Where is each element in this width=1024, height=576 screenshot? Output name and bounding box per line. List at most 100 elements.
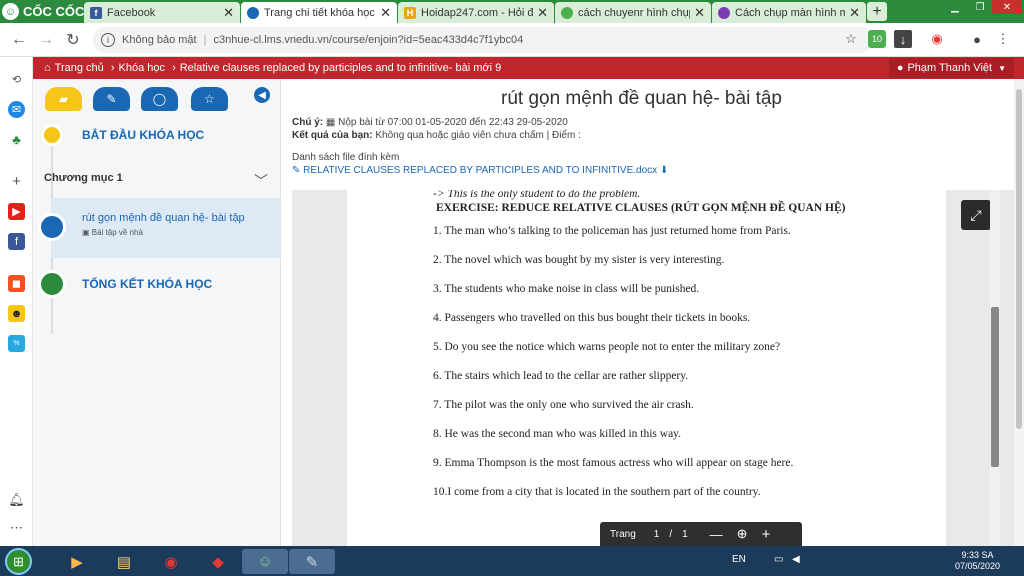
add-icon[interactable]: + <box>8 173 25 190</box>
paperclip-icon: ✎ <box>292 165 304 176</box>
close-tab-icon[interactable]: ✕ <box>380 5 391 21</box>
lesson-dot <box>38 213 66 241</box>
document-page: -> This is the only student to do the pr… <box>347 190 946 546</box>
doc-line: 2. The novel which was bought by my sist… <box>433 254 725 266</box>
end-dot <box>38 270 66 298</box>
back-arrow-icon[interactable]: ← <box>8 29 30 51</box>
favorite-tab-button[interactable]: ☆ <box>191 87 228 111</box>
facebook-icon[interactable]: f <box>8 233 25 250</box>
lesson-title[interactable]: rút gọn mệnh đề quan hệ- bài tập <box>82 212 245 224</box>
forward-arrow-icon[interactable]: → <box>35 29 57 51</box>
address-bar[interactable]: i Không bảo mật | c3nhue-cl.lms.vnedu.vn… <box>93 27 873 53</box>
attachment-tab-button[interactable]: ✎ <box>93 87 130 111</box>
mascot-icon[interactable]: ☻ <box>8 305 25 322</box>
close-window-icon[interactable]: ✕ <box>992 0 1022 14</box>
bookmark-star-icon[interactable]: ☆ <box>842 30 860 48</box>
page-scrollbar[interactable] <box>1014 79 1024 546</box>
clock-time: 9:33 SA <box>961 550 994 560</box>
notification-bell-icon[interactable]: 🔔︎ <box>8 491 25 508</box>
coccoc-logo-icon: ☺ <box>2 3 19 20</box>
tab-search-chuyen-hinh[interactable]: cách chuyenr hình chụp ✕ <box>555 2 711 23</box>
breadcrumb-courses[interactable]: Khóa học <box>119 62 165 74</box>
sale-icon[interactable]: % <box>8 335 25 352</box>
doc-line: 4. Passengers who travelled on this bus … <box>433 312 751 324</box>
lesson-subtitle-text: Bài tập về nhà <box>91 228 143 237</box>
book-tab-button[interactable]: ▰ <box>45 87 82 111</box>
network-icon[interactable]: ▭ <box>774 554 783 565</box>
book-icon: ▰ <box>58 92 69 106</box>
new-tab-button[interactable]: + <box>867 2 887 21</box>
page-current[interactable]: 1 <box>654 529 660 540</box>
zoom-in-icon[interactable]: + <box>762 526 771 543</box>
media-player-icon[interactable]: ▶ <box>54 549 100 574</box>
file-name[interactable]: RELATIVE CLAUSES REPLACED BY PARTICIPLES… <box>303 165 657 176</box>
page-separator: / <box>669 528 673 540</box>
browser-tab-bar: ☺ CỐC CỐC f Facebook ✕ Trang chi tiết kh… <box>0 0 1024 23</box>
maximize-icon[interactable]: ❐ <box>968 0 992 14</box>
messenger-icon[interactable]: ✉ <box>8 101 25 118</box>
breadcrumb-home[interactable]: Trang chủ <box>55 62 104 74</box>
more-icon[interactable]: ⋯ <box>8 519 25 536</box>
chapter-label[interactable]: Chương mục 1 <box>44 172 123 184</box>
reload-icon[interactable]: ↻ <box>62 29 84 51</box>
course-sidebar: ▰ ✎ ◯ ☆ ◀ BẮT ĐẦU KHÓA HỌC Chương mục 1 … <box>33 79 281 546</box>
viewer-scroll-thumb[interactable] <box>991 307 999 467</box>
shopping-icon[interactable]: ◼ <box>8 275 25 292</box>
history-icon[interactable]: ⟲ <box>8 71 25 88</box>
menu-icon[interactable]: ⋮ <box>994 30 1012 48</box>
sidebar-item-start[interactable]: BẮT ĐẦU KHÓA HỌC <box>82 128 204 142</box>
close-tab-icon[interactable]: ✕ <box>223 5 234 21</box>
page-label: Trang <box>610 528 636 540</box>
page-scroll-thumb[interactable] <box>1016 89 1022 429</box>
browser-sidebar: ⟲ ✉ ♣ + ▶ f ◼ ☻ % 🔔︎ ⋯ <box>0 57 33 546</box>
tab-hoidap247[interactable]: H Hoidap247.com - Hỏi đá ✕ <box>398 2 554 23</box>
tab-title: Cách chụp màn hình má <box>735 6 846 19</box>
close-tab-icon[interactable]: ✕ <box>849 5 860 21</box>
chrome-icon[interactable]: ◉ <box>148 549 194 574</box>
close-tab-icon[interactable]: ✕ <box>694 5 705 21</box>
files-label: Danh sách file đính kèm <box>292 152 400 163</box>
breadcrumb-lesson[interactable]: Relative clauses replaced by participles… <box>180 62 501 74</box>
back-circle-icon[interactable]: ◀ <box>254 87 270 103</box>
comments-tab-button[interactable]: ◯ <box>141 87 178 111</box>
file-explorer-icon[interactable]: ▤ <box>101 549 147 574</box>
clock[interactable]: 9:33 SA 07/05/2020 <box>955 550 1000 572</box>
chevron-down-icon[interactable]: ﹀ <box>254 171 268 191</box>
download-icon[interactable]: ↓ <box>894 30 912 48</box>
paint-icon[interactable]: ✎ <box>289 549 335 574</box>
document-viewer[interactable]: -> This is the only student to do the pr… <box>292 190 1014 546</box>
separator: | <box>203 34 207 46</box>
coccoc-taskbar-icon[interactable]: ☺ <box>242 549 288 574</box>
tab-title: Trang chi tiết khóa học <box>264 6 375 19</box>
zoom-out-icon[interactable]: — <box>710 527 723 542</box>
doc-line: 9. Emma Thompson is the most famous actr… <box>433 457 794 469</box>
popout-icon[interactable]: ⤢ <box>961 200 991 230</box>
browser-brand-label: CỐC CỐC <box>23 4 85 19</box>
volume-icon[interactable]: ◀︎ <box>792 554 800 565</box>
sidebar-item-end[interactable]: TỔNG KẾT KHÓA HỌC <box>82 277 212 291</box>
start-button[interactable]: ⊞ <box>5 548 32 575</box>
download-icon[interactable]: ⬇ <box>657 165 668 176</box>
close-tab-icon[interactable]: ✕ <box>537 5 548 21</box>
attachment-link[interactable]: ✎ RELATIVE CLAUSES REPLACED BY PARTICIPL… <box>292 165 668 176</box>
zoom-icon[interactable]: ⊕ <box>737 526 748 542</box>
tab-course-detail[interactable]: Trang chi tiết khóa học ✕ <box>241 2 397 23</box>
youtube-icon[interactable]: ▶ <box>8 203 25 220</box>
game-icon[interactable]: ♣ <box>8 131 25 148</box>
star-icon: ☆ <box>204 92 215 106</box>
tab-screenshot-guide[interactable]: Cách chụp màn hình má ✕ <box>712 2 866 23</box>
minimize-icon[interactable]: ▁ <box>942 0 968 14</box>
tab-facebook[interactable]: f Facebook ✕ <box>84 2 240 23</box>
extension-badge[interactable]: 10 <box>868 30 886 48</box>
language-indicator[interactable]: EN <box>732 554 746 565</box>
doc-line: 6. The stairs which lead to the cellar a… <box>433 370 689 382</box>
coccoc-extension-icon[interactable]: ◉ <box>928 30 946 48</box>
viewer-scrollbar[interactable] <box>990 190 1000 546</box>
garena-icon[interactable]: ◆ <box>195 549 241 574</box>
info-icon[interactable]: i <box>101 33 115 47</box>
site-header: ⌂ Trang chủ › Khóa học › Relative clauses r… <box>33 57 1024 79</box>
account-icon[interactable]: ● <box>968 30 986 48</box>
chevron-right-icon: › <box>110 62 115 74</box>
browser-brand[interactable]: ☺ CỐC CỐC <box>2 2 84 21</box>
user-menu[interactable]: ● Phạm Thanh Việt ▼ <box>888 58 1014 78</box>
